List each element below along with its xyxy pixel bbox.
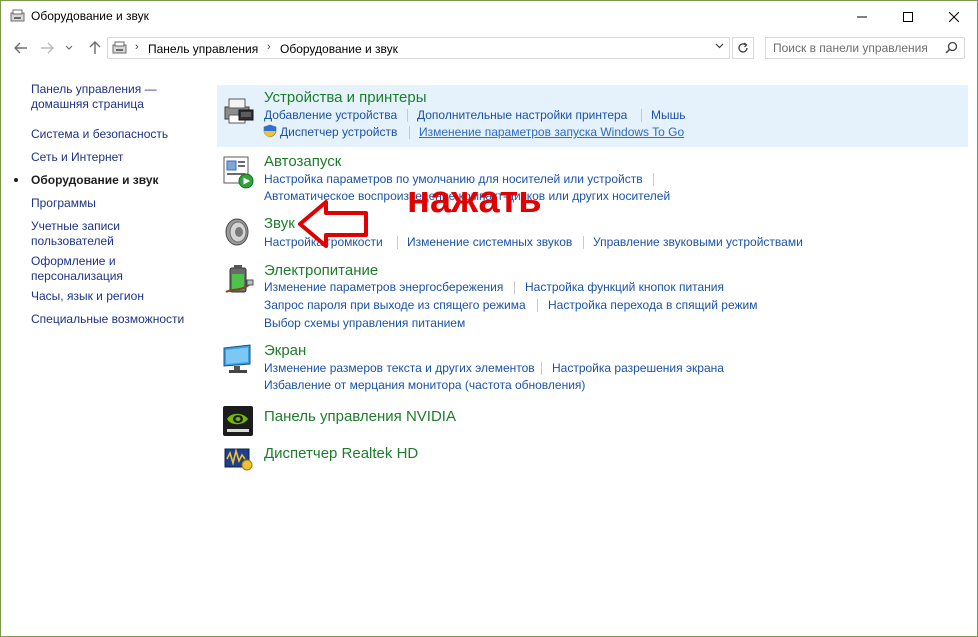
chevron-down-icon [715,43,724,49]
realtek-icon[interactable] [221,445,255,473]
category-devices-printers: Устройства и принтеры Добавление устройс… [217,85,968,147]
sidebar-item-hardware-sound: Оборудование и звук [31,173,159,187]
sidebar-item-accessibility[interactable]: Специальные возможности [31,312,201,327]
screen-resolution-link[interactable]: Настройка разрешения экрана [552,361,724,375]
display-title[interactable]: Экран [264,342,306,359]
sidebar-item-programs[interactable]: Программы [31,196,201,211]
current-item-bullet [14,178,18,182]
power-saving-link[interactable]: Изменение параметров энергосбережения [264,280,503,294]
power-buttons-link[interactable]: Настройка функций кнопок питания [525,280,724,294]
uac-shield-icon [263,124,277,138]
sidebar-item-home[interactable]: Панель управления — домашняя страница [31,82,201,112]
up-button[interactable] [86,39,104,57]
minimize-button[interactable] [839,1,885,32]
wake-password-link[interactable]: Запрос пароля при выходе из спящего режи… [264,298,526,312]
close-icon [949,11,959,22]
autoplay-title[interactable]: Автозапуск [264,153,341,170]
sidebar-item-appearance[interactable]: Оформление и персонализация [31,254,141,284]
breadcrumb-control-panel[interactable]: Панель управления [148,42,258,56]
window-title: Оборудование и звук [31,9,149,23]
link-separator [409,126,410,139]
sidebar-item-accounts[interactable]: Учетные записи пользователей [31,219,141,249]
category-display: Экран Изменение размеров текста и других… [217,338,968,396]
printer-icon[interactable] [221,93,255,127]
recent-locations-button[interactable] [63,39,75,57]
category-power: Электропитание Изменение параметров энер… [217,258,968,334]
maximize-icon [903,11,913,22]
minimize-icon [857,16,867,17]
sidebar-item-clock-region[interactable]: Часы, язык и регион [31,289,201,304]
system-sounds-link[interactable]: Изменение системных звуков [407,235,572,249]
link-separator [641,109,642,122]
add-device-link[interactable]: Добавление устройства [264,108,397,122]
text-size-link[interactable]: Изменение размеров текста и других элеме… [264,361,535,375]
control-panel-window: Оборудование и звук › Панель управления … [0,0,978,637]
nvidia-title[interactable]: Панель управления NVIDIA [264,408,456,425]
search-icon[interactable] [945,41,958,54]
devices-printers-title[interactable]: Устройства и принтеры [264,89,426,106]
windows-to-go-link[interactable]: Изменение параметров запуска Windows To … [419,125,684,139]
realtek-title[interactable]: Диспетчер Realtek HD [264,445,418,462]
sound-title[interactable]: Звук [264,215,295,232]
control-panel-icon [112,41,127,54]
power-plan-link[interactable]: Выбор схемы управления питанием [264,316,465,330]
refresh-rate-link[interactable]: Избавление от мерцания монитора (частота… [264,378,585,392]
sidebar-item-security[interactable]: Система и безопасность [31,127,201,142]
arrow-up-icon [89,41,101,54]
mouse-link[interactable]: Мышь [651,108,686,122]
address-bar[interactable]: › Панель управления › Оборудование и зву… [107,37,730,59]
link-separator [653,173,654,186]
chevron-down-icon [65,45,73,50]
sound-devices-link[interactable]: Управление звуковыми устройствами [593,235,803,249]
speaker-icon[interactable] [221,215,255,249]
forward-button[interactable] [38,39,56,57]
link-separator [537,299,538,312]
monitor-icon[interactable] [221,342,255,376]
search-input[interactable] [766,38,942,58]
category-nvidia: Панель управления NVIDIA [217,400,968,440]
back-button[interactable] [12,39,30,57]
link-separator [407,109,408,122]
annotation-arrow-icon [298,200,368,248]
device-manager-link[interactable]: Диспетчер устройств [280,125,397,139]
autoplay-icon[interactable] [221,155,255,189]
printer-settings-link[interactable]: Дополнительные настройки принтера [417,108,627,122]
close-button[interactable] [931,1,977,32]
sidebar-item-network[interactable]: Сеть и Интернет [31,150,201,165]
navigation-bar: › Панель управления › Оборудование и зву… [1,34,977,64]
chevron-right-icon: › [135,41,139,53]
maximize-button[interactable] [885,1,931,32]
category-realtek: Диспетчер Realtek HD [217,442,968,474]
power-title[interactable]: Электропитание [264,262,378,279]
title-bar: Оборудование и звук [1,1,977,32]
chevron-right-icon[interactable]: › [267,41,271,53]
annotation-text: нажать [407,179,542,221]
refresh-button[interactable] [732,37,754,59]
breadcrumb-hardware-sound[interactable]: Оборудование и звук [280,42,398,56]
arrow-left-icon [14,42,27,54]
nvidia-icon[interactable] [221,404,255,438]
address-dropdown-button[interactable] [715,41,724,52]
link-separator [397,236,398,249]
control-panel-icon [10,9,25,22]
arrow-right-icon [41,42,54,54]
link-separator [514,281,515,294]
battery-icon[interactable] [221,262,255,296]
link-separator [541,362,542,375]
search-box[interactable] [765,37,965,59]
link-separator [583,236,584,249]
sleep-settings-link[interactable]: Настройка перехода в спящий режим [548,298,757,312]
refresh-icon [738,42,748,53]
